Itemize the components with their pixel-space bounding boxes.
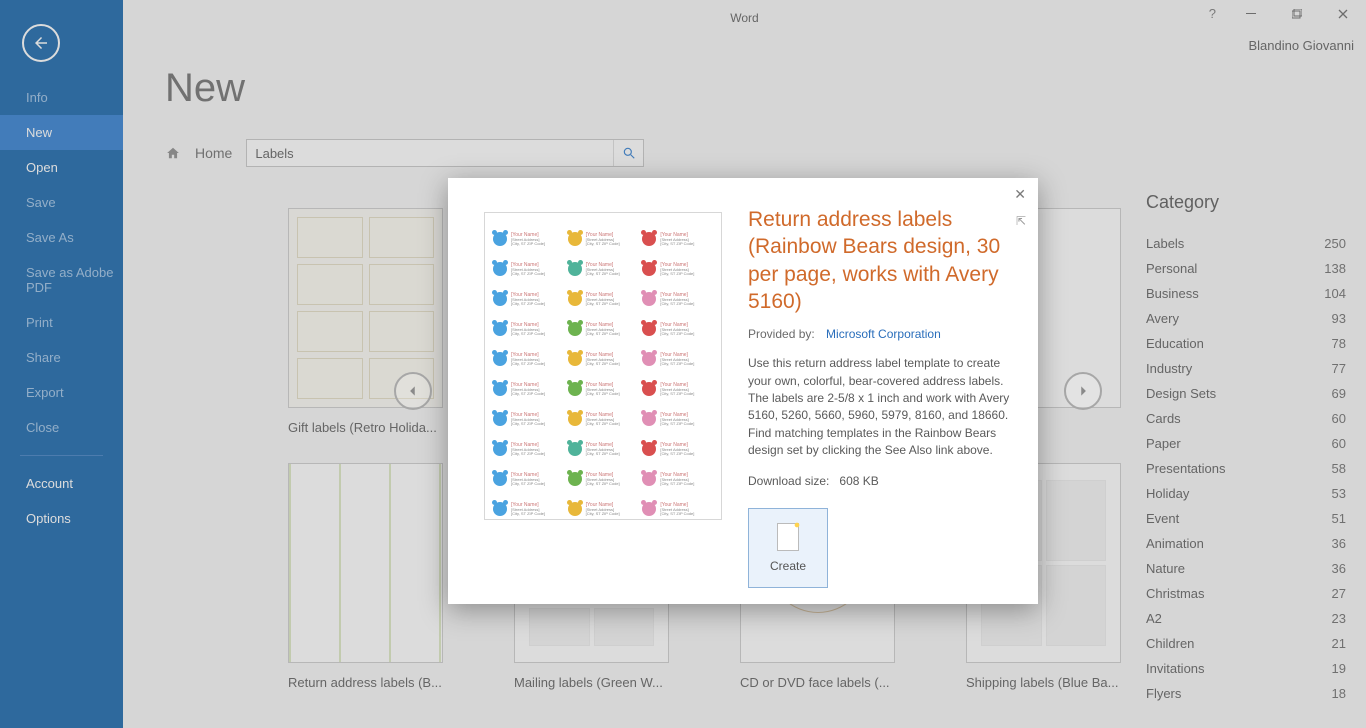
bear-icon — [493, 292, 507, 306]
label-preview-cell: [Your Name][Street Address][City, ST ZIP… — [642, 345, 713, 373]
bear-icon — [642, 472, 656, 486]
label-preview-cell: [Your Name][Street Address][City, ST ZIP… — [568, 495, 639, 523]
bear-icon — [568, 352, 582, 366]
download-size-value: 608 KB — [839, 474, 878, 488]
label-preview-cell: [Your Name][Street Address][City, ST ZIP… — [642, 405, 713, 433]
label-preview-cell: [Your Name][Street Address][City, ST ZIP… — [642, 435, 713, 463]
bear-icon — [493, 412, 507, 426]
bear-icon — [568, 292, 582, 306]
bear-icon — [642, 352, 656, 366]
label-preview-cell: [Your Name][Street Address][City, ST ZIP… — [568, 405, 639, 433]
label-preview-cell: [Your Name][Street Address][City, ST ZIP… — [568, 465, 639, 493]
label-preview-cell: [Your Name][Street Address][City, ST ZIP… — [493, 285, 564, 313]
provider-link[interactable]: Microsoft Corporation — [826, 327, 941, 341]
bear-icon — [493, 502, 507, 516]
bear-icon — [493, 442, 507, 456]
label-preview-cell: [Your Name][Street Address][City, ST ZIP… — [568, 285, 639, 313]
bear-icon — [642, 502, 656, 516]
bear-icon — [493, 382, 507, 396]
bear-icon — [493, 262, 507, 276]
bear-icon — [642, 322, 656, 336]
label-preview-cell: [Your Name][Street Address][City, ST ZIP… — [642, 315, 713, 343]
label-preview-cell: [Your Name][Street Address][City, ST ZIP… — [642, 255, 713, 283]
bear-icon — [493, 472, 507, 486]
label-preview-cell: [Your Name][Street Address][City, ST ZIP… — [642, 465, 713, 493]
bear-icon — [493, 322, 507, 336]
label-preview-cell: [Your Name][Street Address][City, ST ZIP… — [568, 315, 639, 343]
bear-icon — [493, 352, 507, 366]
label-preview-cell: [Your Name][Street Address][City, ST ZIP… — [493, 255, 564, 283]
bear-icon — [642, 442, 656, 456]
bear-icon — [642, 292, 656, 306]
label-preview-cell: [Your Name][Street Address][City, ST ZIP… — [493, 345, 564, 373]
bear-icon — [568, 442, 582, 456]
provided-by: Provided by: Microsoft Corporation — [748, 327, 1018, 341]
create-button-label: Create — [770, 559, 806, 573]
next-template-button[interactable] — [1064, 372, 1102, 410]
label-preview-cell: [Your Name][Street Address][City, ST ZIP… — [493, 465, 564, 493]
label-preview-cell: [Your Name][Street Address][City, ST ZIP… — [568, 345, 639, 373]
document-icon — [777, 523, 799, 551]
download-size: Download size: 608 KB — [748, 474, 1018, 488]
bear-icon — [568, 502, 582, 516]
bear-icon — [493, 232, 507, 246]
bear-icon — [568, 322, 582, 336]
label-preview-cell: [Your Name][Street Address][City, ST ZIP… — [568, 255, 639, 283]
download-size-label: Download size: — [748, 474, 829, 488]
prev-template-button[interactable] — [394, 372, 432, 410]
bear-icon — [642, 412, 656, 426]
label-preview-cell: [Your Name][Street Address][City, ST ZIP… — [642, 495, 713, 523]
label-preview-cell: [Your Name][Street Address][City, ST ZIP… — [568, 225, 639, 253]
bear-icon — [642, 262, 656, 276]
label-preview-cell: [Your Name][Street Address][City, ST ZIP… — [568, 435, 639, 463]
label-preview-cell: [Your Name][Street Address][City, ST ZIP… — [642, 285, 713, 313]
bear-icon — [568, 412, 582, 426]
bear-icon — [568, 232, 582, 246]
create-button[interactable]: Create — [748, 508, 828, 588]
template-title: Return address labels (Rainbow Bears des… — [748, 206, 1018, 315]
label-preview-cell: [Your Name][Street Address][City, ST ZIP… — [493, 405, 564, 433]
label-preview-cell: [Your Name][Street Address][City, ST ZIP… — [568, 375, 639, 403]
label-preview-cell: [Your Name][Street Address][City, ST ZIP… — [493, 315, 564, 343]
label-preview-cell: [Your Name][Street Address][City, ST ZIP… — [493, 435, 564, 463]
label-preview-cell: [Your Name][Street Address][City, ST ZIP… — [642, 375, 713, 403]
label-preview-cell: [Your Name][Street Address][City, ST ZIP… — [493, 375, 564, 403]
provided-by-label: Provided by: — [748, 327, 815, 341]
bear-icon — [568, 262, 582, 276]
template-description: Use this return address label template t… — [748, 355, 1018, 459]
bear-icon — [642, 382, 656, 396]
modal-close-button[interactable]: ✕ — [1014, 186, 1026, 203]
bear-icon — [568, 382, 582, 396]
bear-icon — [642, 232, 656, 246]
template-preview: [Your Name][Street Address][City, ST ZIP… — [484, 212, 722, 520]
label-preview-cell: [Your Name][Street Address][City, ST ZIP… — [642, 225, 713, 253]
bear-icon — [568, 472, 582, 486]
label-preview-cell: [Your Name][Street Address][City, ST ZIP… — [493, 225, 564, 253]
template-preview-modal: ✕ ⇱ [Your Name][Street Address][City, ST… — [448, 178, 1038, 604]
label-preview-cell: [Your Name][Street Address][City, ST ZIP… — [493, 495, 564, 523]
